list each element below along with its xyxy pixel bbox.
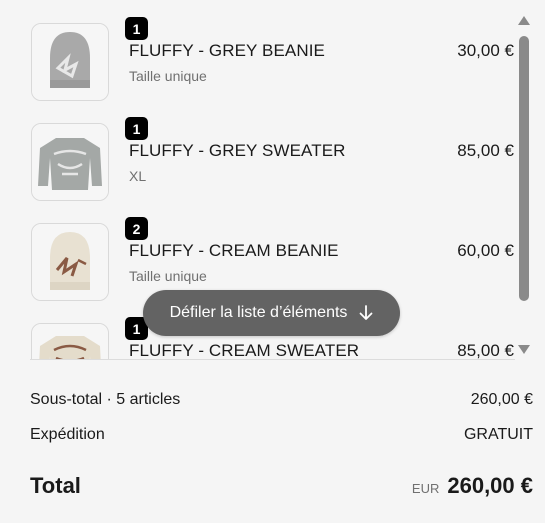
scroll-up-arrow-icon[interactable] <box>518 16 530 25</box>
product-variant: XL <box>129 168 147 184</box>
product-name: FLUFFY - GREY SWEATER <box>129 141 346 160</box>
product-name: FLUFFY - CREAM BEANIE <box>129 241 339 260</box>
grey-sweater-image <box>32 124 108 200</box>
subtotal-value: 260,00 € <box>470 391 533 408</box>
currency-code: EUR <box>411 481 440 496</box>
product-thumbnail: 1 <box>31 315 150 359</box>
scroll-list-label: Défiler la liste d’éléments <box>169 304 348 321</box>
shipping-value: GRATUIT <box>463 426 533 443</box>
scroll-down-arrow-icon[interactable] <box>518 345 530 354</box>
product-name: FLUFFY - CREAM SWEATER <box>129 341 360 359</box>
product-thumbnail: 2 <box>31 215 150 301</box>
shipping-label: Expédition <box>30 426 105 443</box>
product-price: 60,00 € <box>457 241 514 260</box>
product-variant: Taille unique <box>129 268 207 284</box>
quantity-badge: 1 <box>123 15 150 42</box>
product-price: 85,00 € <box>457 141 514 160</box>
product-price: 30,00 € <box>457 41 514 60</box>
product-variant: Taille unique <box>129 68 207 84</box>
total-value: 260,00 € <box>447 473 533 498</box>
subtotal-label: Sous-total · 5 articles <box>30 391 181 408</box>
arrow-down-icon <box>360 305 373 320</box>
cart-item: 1 FLUFFY - GREY SWEATER XL 85,00 € <box>0 115 516 223</box>
divider <box>30 359 515 360</box>
cream-sweater-image <box>32 324 108 359</box>
quantity-badge: 2 <box>123 215 150 242</box>
product-thumbnail: 1 <box>31 15 150 101</box>
total-label: Total <box>30 473 81 498</box>
cart-item: 1 FLUFFY - GREY BEANIE Taille unique 30,… <box>0 15 516 123</box>
product-thumbnail: 1 <box>31 115 150 201</box>
scroll-list-button[interactable]: Défiler la liste d’éléments <box>143 290 400 336</box>
cream-beanie-image <box>32 224 108 300</box>
grey-beanie-image <box>32 24 108 100</box>
total-amount: EUR 260,00 € <box>412 473 533 499</box>
scrollbar-thumb[interactable] <box>519 36 529 301</box>
quantity-badge: 1 <box>123 115 150 142</box>
product-price: 85,00 € <box>457 341 514 359</box>
scrollbar[interactable] <box>516 12 533 358</box>
product-name: FLUFFY - GREY BEANIE <box>129 41 325 60</box>
